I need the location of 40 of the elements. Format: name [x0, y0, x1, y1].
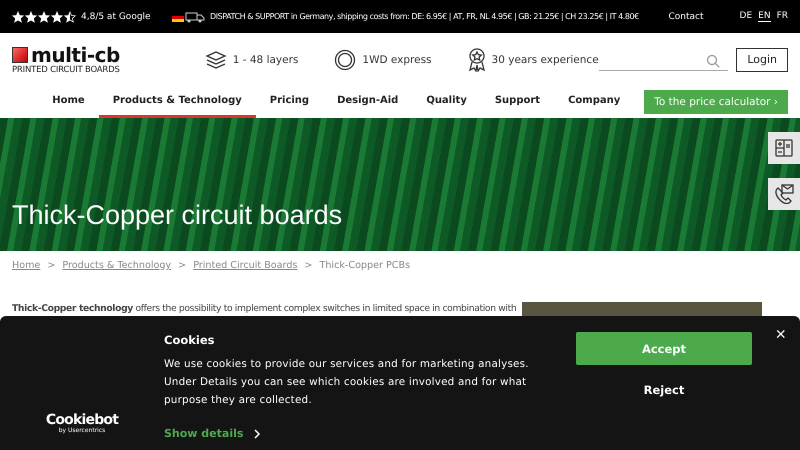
phone-mail-icon: [774, 184, 794, 204]
flag-truck-icon: [172, 10, 206, 22]
contact-button[interactable]: [768, 178, 800, 210]
nav-item[interactable]: Home: [38, 86, 99, 118]
language-link[interactable]: FR: [776, 11, 788, 22]
login-button[interactable]: Login: [736, 48, 788, 72]
reject-button[interactable]: Reject: [576, 373, 752, 406]
breadcrumb-separator: >: [178, 260, 186, 271]
cookie-title: Cookies: [164, 333, 216, 347]
nav-item[interactable]: Company: [554, 86, 634, 118]
calculator-icon: [775, 139, 793, 157]
breadcrumb-separator: >: [47, 260, 56, 271]
language-link[interactable]: DE: [740, 11, 752, 22]
nav-item[interactable]: Pricing: [256, 86, 324, 118]
search-icon[interactable]: [706, 54, 720, 68]
breadcrumb-link[interactable]: Printed Circuit Boards: [193, 260, 298, 271]
contact-link[interactable]: Contact: [668, 12, 704, 22]
breadcrumb-separator: >: [304, 260, 312, 271]
language-link[interactable]: EN: [758, 11, 771, 22]
layers-icon: [204, 48, 227, 70]
rating-text: 4,8/5 at Google: [81, 12, 151, 22]
feature-label: 1 - 48 layers: [232, 54, 298, 66]
close-button[interactable]: ×: [771, 324, 790, 344]
calculator-button[interactable]: [768, 132, 800, 164]
logo[interactable]: multi-cb PRINTED CIRCUIT BOARDS: [12, 44, 205, 74]
award-icon: [468, 48, 486, 72]
nav-item[interactable]: Quality: [412, 86, 481, 118]
breadcrumb-link[interactable]: Home: [12, 260, 40, 271]
show-details-link[interactable]: Show details: [164, 427, 564, 440]
intro-paragraph: Thick-Copper technology offers the possibility to implement complex switches in limited space in combination with: [12, 302, 516, 315]
feature-label: 1WD express: [362, 54, 432, 66]
breadcrumb-link[interactable]: Products & Technology: [62, 260, 172, 271]
cookie-text: We use cookies to provide our services and for marketing analyses. Under Details you can see which cookies are involved and for what purpose they are collected.: [164, 357, 530, 408]
feature-label: 30 years experience: [492, 54, 599, 66]
chevron-icon: [253, 428, 262, 438]
breadcrumb-current: Thick-Copper PCBs: [319, 260, 410, 271]
nav-item[interactable]: Support: [480, 86, 554, 118]
page-title: Thick-Copper circuit boards: [12, 199, 342, 231]
nav-item[interactable]: Design-Aid: [323, 86, 412, 118]
shipping-text: DISPATCH & SUPPORT in Germany, shipping costs from: DE: 6.95€ | AT, FR, NL 4.95€ | GB: 21.25€ | CH 23.25€ | IT 4.80€: [210, 12, 639, 21]
